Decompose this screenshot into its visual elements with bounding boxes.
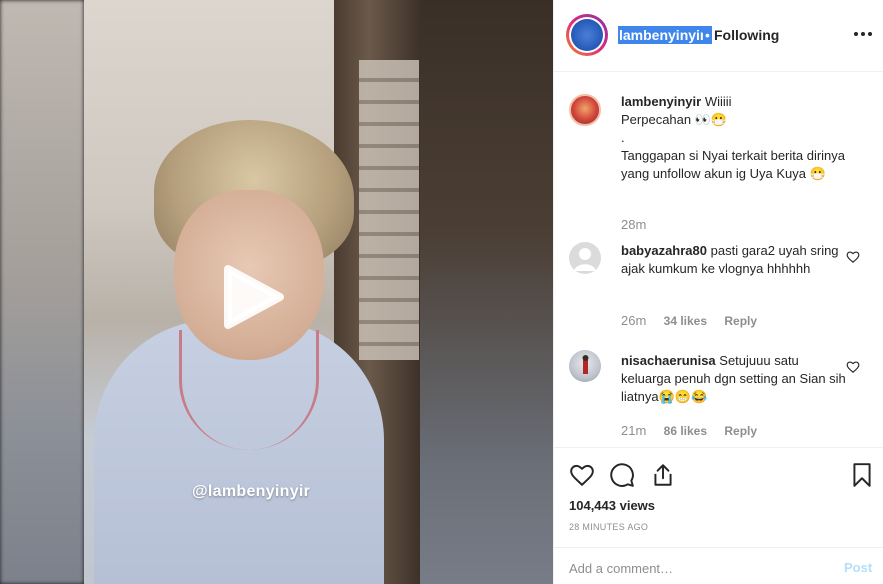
author-avatar[interactable] (566, 14, 608, 56)
comment-2-time[interactable]: 21m (621, 423, 646, 438)
video-watermark: @lambenyinyir (192, 483, 311, 500)
following-button[interactable]: Following (714, 26, 779, 44)
post-actions: 104,443 views 28 MINUTES AGO (554, 447, 883, 547)
comment-2-avatar[interactable] (569, 350, 601, 382)
caption: lambenyinyir Wiiiii Perpecahan 👀😷 . Tang… (621, 93, 861, 183)
comment-2-username[interactable]: nisachaerunisa (621, 353, 716, 368)
caption-line-3: . (621, 130, 625, 145)
comment-1-username[interactable]: babyazahra80 (621, 243, 707, 258)
like-heart-icon[interactable] (569, 462, 595, 488)
comment-2-reply-button[interactable]: Reply (724, 424, 757, 438)
caption-time[interactable]: 28m (621, 217, 646, 232)
save-bookmark-icon[interactable] (849, 462, 875, 488)
play-icon[interactable] (222, 263, 286, 331)
author-avatar-image (571, 19, 603, 51)
caption-meta: 28m (621, 217, 660, 232)
caption-line-1: Wiiiii (704, 94, 732, 109)
post-media[interactable]: @lambenyinyir (0, 0, 553, 584)
comment-1-meta: 26m 34 likes Reply (621, 313, 771, 328)
media-blur-left (0, 0, 84, 584)
caption-line-4: Tanggapan si Nyai terkait berita dirinya… (621, 148, 846, 181)
author-username[interactable]: lambenyinyir (618, 26, 707, 44)
comment-2: nisachaerunisa Setujuuu satu keluarga pe… (621, 352, 846, 406)
comment-1: babyazahra80 pasti gara2 uyah sring ajak… (621, 242, 846, 278)
more-horizontal-icon[interactable] (851, 24, 875, 44)
comment-1-time[interactable]: 26m (621, 313, 646, 328)
media-blur-right (420, 0, 553, 584)
header-separator: • (703, 26, 712, 44)
comment-1-likes[interactable]: 34 likes (664, 314, 707, 328)
comment-1-reply-button[interactable]: Reply (724, 314, 757, 328)
comment-bubble-icon[interactable] (609, 462, 635, 488)
comments-list[interactable]: lambenyinyir Wiiiii Perpecahan 👀😷 . Tang… (554, 73, 883, 447)
views-count[interactable]: 104,443 views (569, 498, 655, 513)
caption-author-avatar[interactable] (569, 94, 601, 126)
comment-1-like-heart-icon[interactable] (846, 250, 860, 264)
share-icon[interactable] (650, 462, 676, 488)
comment-2-like-heart-icon[interactable] (846, 360, 860, 374)
post-comment-button[interactable]: Post (844, 560, 872, 575)
comment-avatar-default[interactable] (569, 242, 601, 274)
add-comment-input[interactable] (569, 558, 819, 578)
comment-2-likes[interactable]: 86 likes (664, 424, 707, 438)
video-scene-stairs (359, 60, 419, 360)
post-header: lambenyinyir • Following (554, 0, 883, 72)
caption-line-2: Perpecahan 👀😷 (621, 112, 728, 127)
add-comment-bar: Post (554, 547, 883, 584)
caption-username[interactable]: lambenyinyir (621, 94, 701, 109)
post-side-panel: lambenyinyir • Following lambenyinyir Wi… (553, 0, 883, 584)
post-timestamp[interactable]: 28 MINUTES AGO (569, 522, 648, 532)
comment-2-meta: 21m 86 likes Reply (621, 423, 771, 438)
